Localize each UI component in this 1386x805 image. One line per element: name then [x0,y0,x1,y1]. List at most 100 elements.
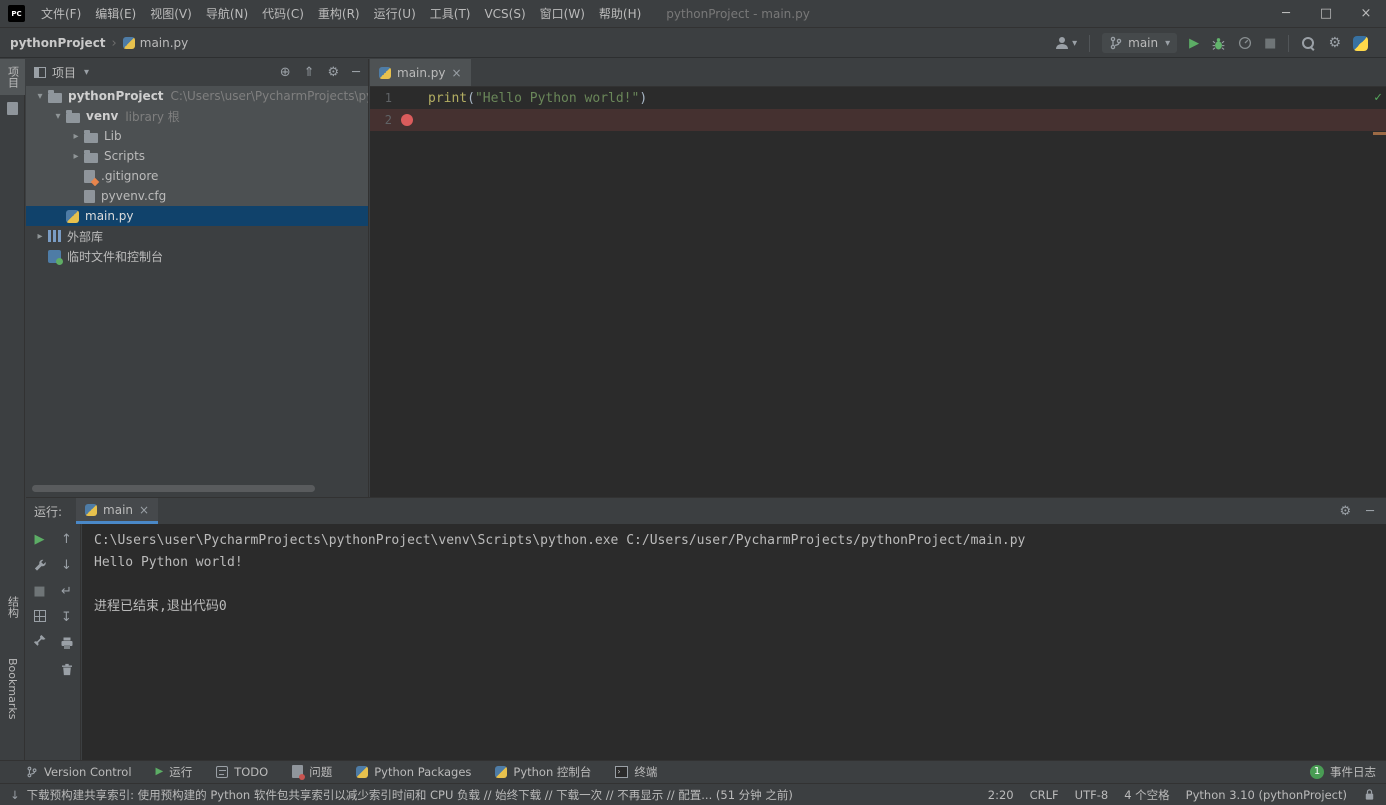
tree-item-pyvenv-cfg[interactable]: pyvenv.cfg [26,186,368,206]
soft-wrap-icon[interactable]: ↵ [61,584,72,599]
breakpoint-icon[interactable] [401,114,413,126]
menu-run[interactable]: 运行(U) [367,0,423,28]
code-line-1[interactable]: 1 print("Hello Python world!") [370,87,1386,109]
code-line-2[interactable]: 2 [370,109,1386,131]
menu-edit[interactable]: 编辑(E) [88,0,143,28]
tool-button-version-control[interactable]: Version Control [26,765,132,779]
git-branch-widget[interactable]: main ▾ [1102,33,1178,53]
tool-button-python-packages[interactable]: Python Packages [356,765,471,779]
chevron-right-icon[interactable]: ▸ [68,151,84,162]
play-icon: ▶ [155,766,164,777]
tree-item-python-project[interactable]: ▾ pythonProject C:\Users\user\PycharmPro… [26,86,368,106]
tool-button-problems[interactable]: 问题 [292,764,332,780]
status-bar: ↓ 下载预构建共享索引: 使用预构建的 Python 软件包共享索引以减少索引时… [0,783,1386,805]
run-console-output[interactable]: C:\Users\user\PycharmProjects\pythonProj… [82,524,1386,760]
menu-tools[interactable]: 工具(T) [423,0,478,28]
tree-item-scratches[interactable]: 临时文件和控制台 [26,246,368,266]
locate-file-icon[interactable]: ⊕ [280,65,291,80]
tool-button-terminal[interactable]: › 终端 [615,764,657,780]
run-button[interactable]: ▶ [1189,36,1199,51]
breadcrumb-file[interactable]: main.py [140,36,189,50]
line-separator[interactable]: CRLF [1030,788,1059,802]
menu-refactor[interactable]: 重构(R) [311,0,367,28]
stop-button[interactable]: ■ [1264,36,1276,51]
tool-button-python-console[interactable]: Python 控制台 [495,764,591,780]
tree-item-label: pyvenv.cfg [101,189,167,203]
menu-help[interactable]: 帮助(H) [592,0,648,28]
close-tab-icon[interactable]: × [452,66,462,80]
config-file-icon [84,189,95,203]
tree-item-label: 临时文件和控制台 [67,249,164,264]
tab-main-py[interactable]: main.py × [370,59,471,86]
tree-item-scripts[interactable]: ▸ Scripts [26,146,368,166]
branch-name: main [1128,36,1159,50]
menu-code[interactable]: 代码(C) [255,0,311,28]
user-account-button[interactable]: ▾ [1054,35,1077,51]
coverage-button[interactable] [1238,36,1252,50]
next-occurrence-icon[interactable]: ↓ [61,558,72,573]
rerun-button[interactable]: ▶ [35,532,45,547]
tool-button-todo[interactable]: TODO [216,765,268,779]
debug-button[interactable] [1211,36,1226,51]
minimize-button[interactable]: ─ [1266,0,1306,28]
file-encoding[interactable]: UTF-8 [1075,788,1109,802]
run-tab-label: main [103,502,134,517]
gutter-breakpoint-area[interactable] [392,114,422,126]
tool-button-run[interactable]: ▶ 运行 [156,764,193,780]
chevron-right-icon[interactable]: ▸ [32,231,48,242]
tool-button-structure[interactable]: 结构 [0,589,25,625]
panel-settings-gear-icon[interactable]: ⚙ [328,65,340,80]
search-everywhere-icon[interactable] [1301,36,1316,51]
menu-vcs[interactable]: VCS(S) [477,0,532,28]
indent-setting[interactable]: 4 个空格 [1124,787,1169,803]
collapse-all-icon[interactable]: ⇑ [304,65,315,80]
restore-layout-icon[interactable] [33,610,46,622]
interpreter-selector[interactable]: Python 3.10 (pythonProject) [1186,788,1347,802]
chevron-down-icon[interactable]: ▾ [32,91,48,102]
caret-position[interactable]: 2:20 [988,788,1014,802]
print-console-icon[interactable] [60,636,74,651]
tool-button-project[interactable]: 项目 [0,59,25,95]
chevron-down-icon[interactable]: ▾ [50,111,66,122]
maximize-button[interactable]: □ [1306,0,1346,28]
menu-file[interactable]: 文件(F) [34,0,88,28]
toolbar-divider [1089,34,1091,52]
tool-button-commit[interactable] [0,95,25,122]
settings-gear-icon[interactable]: ⚙ [1328,35,1341,51]
close-button[interactable]: × [1346,0,1386,28]
tree-item-lib[interactable]: ▸ Lib [26,126,368,146]
error-stripe-mark[interactable] [1373,132,1386,135]
project-view-selector[interactable]: 项目 [52,64,76,81]
chevron-right-icon[interactable]: ▸ [68,131,84,142]
close-tab-icon[interactable]: × [139,503,149,517]
tree-item-main-py[interactable]: main.py [26,206,368,226]
breadcrumb-project[interactable]: pythonProject [10,36,106,50]
pin-tab-icon[interactable] [33,633,47,648]
menu-view[interactable]: 视图(V) [143,0,199,28]
tree-item-label: .gitignore [101,169,159,183]
run-tab-main[interactable]: main × [76,498,159,524]
clear-console-trash-icon[interactable] [60,662,74,677]
folder-icon [66,109,80,123]
menu-navigate[interactable]: 导航(N) [199,0,255,28]
run-settings-gear-icon[interactable]: ⚙ [1340,504,1352,519]
menu-window[interactable]: 窗口(W) [533,0,592,28]
status-message[interactable]: 下载预构建共享索引: 使用预构建的 Python 软件包共享索引以减少索引时间和… [27,787,793,803]
tree-item-gitignore[interactable]: .gitignore [26,166,368,186]
stop-process-button[interactable]: ■ [33,584,45,599]
horizontal-scrollbar[interactable] [32,485,315,492]
hide-panel-icon[interactable]: ─ [352,65,360,80]
event-log-button[interactable]: 1 事件日志 [1310,764,1376,780]
prev-occurrence-icon[interactable]: ↑ [61,532,72,547]
tree-item-venv[interactable]: ▾ venv library 根 [26,106,368,126]
modify-run-config-wrench-icon[interactable] [33,558,47,573]
scroll-to-end-icon[interactable]: ↧ [61,610,72,625]
write-access-lock-icon[interactable] [1363,788,1376,801]
editor-body[interactable]: 1 print("Hello Python world!") 2 ✓ [370,87,1386,497]
tool-button-bookmarks[interactable]: Bookmarks [0,651,25,726]
hide-panel-icon[interactable]: ─ [1366,504,1374,519]
inspection-ok-icon[interactable]: ✓ [1374,90,1382,105]
project-tool-window: 项目 ▾ ⊕ ⇑ ⚙ ─ ▾ pythonProject C:\Users\us… [26,59,369,497]
tree-item-external-libraries[interactable]: ▸ 外部库 [26,226,368,246]
